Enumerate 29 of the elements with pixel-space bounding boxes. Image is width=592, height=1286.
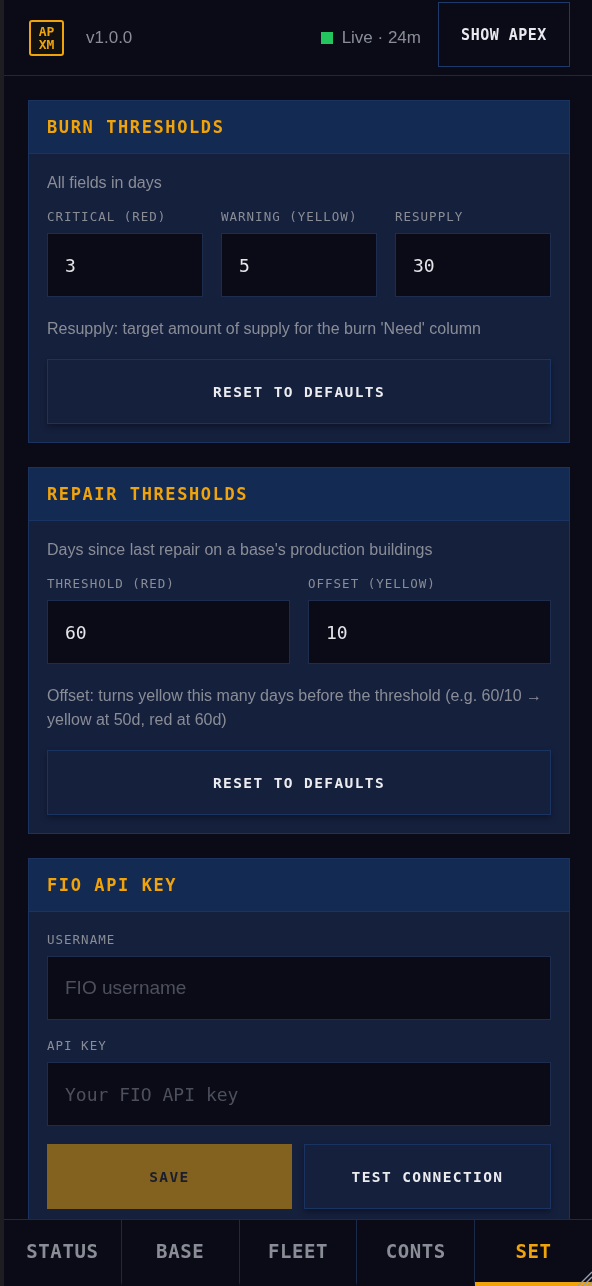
field-label: CRITICAL (RED) [47,209,168,224]
version-label: v1.0.0 [86,27,133,48]
card-note: Offset: turns yellow this many days before the threshold (e.g. 60/10 → yellow at 50d, red at 60d) [47,686,544,730]
app-logo: AP XM [29,19,64,56]
field-label: USERNAME [47,932,117,947]
input-field[interactable]: FIO username [47,956,551,1020]
show-apex-button[interactable]: SHOW APEX [438,2,570,67]
action-button[interactable]: RESET TO DEFAULTS [47,750,551,815]
card-hint: Days since last repair on a base's production buildings [47,541,434,559]
action-button[interactable]: TEST CONNECTION [304,1144,551,1209]
input-field[interactable]: 3 [47,233,203,297]
field-label: OFFSET (YELLOW) [308,576,437,591]
field-label: API KEY [47,1038,108,1053]
action-button[interactable]: RESET TO DEFAULTS [47,359,551,424]
card-note: Resupply: target amount of supply for the burn 'Need' column [47,319,482,339]
field-label: WARNING (YELLOW) [221,209,359,224]
card-hint: All fields in days [47,174,163,192]
status-text: Live · 24m [341,27,421,48]
resize-grip-icon[interactable] [576,1270,592,1286]
input-field[interactable]: 60 [47,600,290,664]
input-field[interactable]: 10 [308,600,551,664]
input-field[interactable]: 30 [395,233,551,297]
field-label: RESUPPLY [395,209,465,224]
input-field[interactable]: Your FIO API key [47,1062,551,1126]
card-title: REPAIR THRESHOLDS [47,484,249,504]
input-field[interactable]: 5 [221,233,377,297]
field-label: THRESHOLD (RED) [47,576,176,591]
card-title: FIO API KEY [47,875,178,895]
card-title: BURN THRESHOLDS [47,117,225,137]
